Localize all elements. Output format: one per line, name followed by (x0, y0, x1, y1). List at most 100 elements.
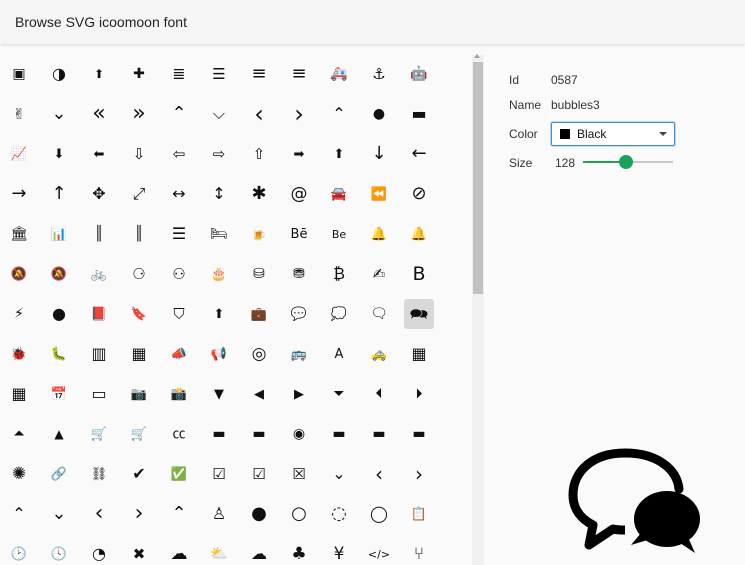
icon-cell-clock-alt[interactable]: ◔ (84, 539, 114, 565)
icon-cell-bitbucket[interactable]: ⛁ (244, 259, 274, 289)
icon-cell-briefcase[interactable]: 💼 (244, 299, 274, 329)
icon-cell-bold[interactable]: B (404, 259, 434, 289)
icon-cell-arrow-circle-down[interactable]: ⬇ (44, 139, 74, 169)
icon-cell-cc-paypal[interactable]: ▬ (324, 419, 354, 449)
icon-cell-code-fork[interactable]: ⑂ (404, 539, 434, 565)
icon-cell-cloud[interactable]: ☁ (164, 539, 194, 565)
icon-cell-cny[interactable]: ¥ (324, 539, 354, 565)
icon-cell-bullhorn-o[interactable]: 📢 (204, 339, 234, 369)
icon-cell-bitcoin[interactable]: ₿ (324, 259, 354, 289)
icon-cell-automobile[interactable]: 🚘 (324, 179, 354, 209)
icon-cell-bubbles[interactable]: 🗨 (364, 299, 394, 329)
icon-cell-ambulance[interactable]: 🚑 (324, 59, 354, 89)
icon-cell-chevron-circle-up[interactable]: ⌃ (4, 499, 34, 529)
icon-cell-check-circle-o[interactable]: ☑ (204, 459, 234, 489)
icon-cell-angle-double-left[interactable]: « (84, 99, 114, 129)
icon-cell-angle-double-right[interactable]: » (124, 99, 154, 129)
icon-cell-bars[interactable]: ☰ (164, 219, 194, 249)
icon-cell-address-book[interactable]: ▣ (4, 59, 34, 89)
icon-cell-camera[interactable]: 📷 (124, 379, 154, 409)
icon-cell-bookmark[interactable]: 🔖 (124, 299, 154, 329)
color-select[interactable]: Black (551, 122, 675, 146)
icon-cell-calculator[interactable]: ▦ (404, 339, 434, 369)
icon-cell-at[interactable]: @ (284, 179, 314, 209)
icon-cell-calendar[interactable]: 📅 (44, 379, 74, 409)
icon-cell-contrast[interactable]: ◑ (44, 59, 74, 89)
size-slider[interactable] (583, 155, 673, 169)
icon-cell-caret-right[interactable]: ▶ (284, 379, 314, 409)
icon-cell-arrow-circle-o-up[interactable]: ⇧ (244, 139, 274, 169)
icon-cell-archive[interactable]: ▬ (404, 99, 434, 129)
icon-cell-barcode[interactable]: ║ (84, 219, 114, 249)
icon-cell-check-circle[interactable]: ✅ (164, 459, 194, 489)
icon-cell-birthday-cake[interactable]: 🎂 (204, 259, 234, 289)
icon-cell-chain[interactable]: 🔗 (44, 459, 74, 489)
icon-cell-circle-thin[interactable]: ◯ (364, 499, 394, 529)
icon-cell-cart-plus[interactable]: 🛒 (124, 419, 154, 449)
icon-cell-bug-alt[interactable]: 🐛 (44, 339, 74, 369)
scroll-up-arrow[interactable] (474, 54, 480, 58)
icon-cell-clock[interactable]: 🕑 (4, 539, 34, 565)
icon-cell-club[interactable]: ♣ (284, 539, 314, 565)
icon-cell-arrow-circle-left[interactable]: ⬅ (84, 139, 114, 169)
icon-cell-cart-arrow-down[interactable]: 🛒 (84, 419, 114, 449)
icon-cell-apple[interactable]: ● (364, 99, 394, 129)
icon-cell-bomb[interactable]: ● (44, 299, 74, 329)
icon-cell-bomb-alt[interactable]: ✍ (364, 259, 394, 289)
icon-cell-arrow-circle-up[interactable]: ⬆ (324, 139, 354, 169)
icon-cell-angellist[interactable]: ✌ (4, 99, 34, 129)
icon-cell-calendar-grid[interactable]: ▦ (4, 379, 34, 409)
icon-cell-circle[interactable]: ● (244, 499, 274, 529)
icon-cell-caret-left[interactable]: ◀ (244, 379, 274, 409)
icon-cell-chevron-right[interactable]: › (124, 499, 154, 529)
icon-cell-bolt[interactable]: ⚡ (4, 299, 34, 329)
icon-cell-cc-amex[interactable]: ▬ (204, 419, 234, 449)
icon-cell-angle-double-down[interactable]: ⌄ (44, 99, 74, 129)
icon-cell-arrow-circle-right[interactable]: ➡ (284, 139, 314, 169)
icon-cell-arrow-circle-o-down[interactable]: ⇩ (124, 139, 154, 169)
icon-cell-caret-up[interactable]: ▲ (44, 419, 74, 449)
icon-cell-check-square-o[interactable]: ☒ (284, 459, 314, 489)
icon-cell-caret-square-right[interactable]: ⏵ (404, 379, 434, 409)
icon-cell-bell-o[interactable]: 🔔 (404, 219, 434, 249)
icon-cell-bug[interactable]: 🐞 (4, 339, 34, 369)
icon-cell-cab-square[interactable]: A (324, 339, 354, 369)
icon-cell-arrow-up[interactable]: ↑ (44, 179, 74, 209)
icon-cell-arrows-h[interactable]: ↔ (164, 179, 194, 209)
icon-cell-chevron-down[interactable]: ⌄ (44, 499, 74, 529)
icon-cell-arrow-left[interactable]: ← (404, 139, 434, 169)
icon-cell-binoculars-alt[interactable]: ⚇ (164, 259, 194, 289)
icon-cell-bubble-o[interactable]: 💭 (324, 299, 354, 329)
icon-cell-cc-mastercard[interactable]: ◉ (284, 419, 314, 449)
icon-cell-caret-square-down[interactable]: ⏷ (324, 379, 354, 409)
icon-cell-behance-square[interactable]: Be (324, 219, 354, 249)
icon-cell-cc-stripe[interactable]: ▬ (364, 419, 394, 449)
icon-cell-bookmark-o[interactable]: ⛉ (164, 299, 194, 329)
icon-cell-cc-visa[interactable]: ▬ (404, 419, 434, 449)
icon-cell-cc[interactable]: ㏄ (164, 419, 194, 449)
icon-cell-align-right[interactable]: ≡ (284, 59, 314, 89)
icon-cell-arrows-v[interactable]: ↕ (204, 179, 234, 209)
icon-cell-arrow-up-circle[interactable]: ⬆ (84, 59, 114, 89)
icon-cell-arrows-alt[interactable]: ⤢ (124, 179, 154, 209)
icon-cell-circle-o[interactable]: ○ (284, 499, 314, 529)
icon-cell-circle-o-notch[interactable]: ◌ (324, 499, 354, 529)
icon-cell-cab[interactable]: 🚕 (364, 339, 394, 369)
icon-cell-chevron-circle-down[interactable]: ⌄ (324, 459, 354, 489)
icon-cell-bed[interactable]: 🛏 (204, 219, 234, 249)
icon-cell-chevron-left[interactable]: ‹ (84, 499, 114, 529)
icon-cell-cloud-upload[interactable]: ☁ (244, 539, 274, 565)
icon-cell-building[interactable]: ▥ (84, 339, 114, 369)
icon-cell-bank[interactable]: 🏛 (4, 219, 34, 249)
icon-cell-align-center[interactable]: ≣ (164, 59, 194, 89)
scrollbar-thumb[interactable] (473, 62, 483, 294)
icon-cell-binoculars[interactable]: ⚆ (124, 259, 154, 289)
icon-cell-code[interactable]: </> (364, 539, 394, 565)
icon-cell-building-o[interactable]: ▦ (124, 339, 154, 369)
icon-cell-cloud-download[interactable]: ⛅ (204, 539, 234, 565)
icon-cell-clipboard[interactable]: 📋 (404, 499, 434, 529)
icon-cell-book[interactable]: 📕 (84, 299, 114, 329)
icon-cell-bitbucket-square[interactable]: ⛃ (284, 259, 314, 289)
icon-cell-bell-slash[interactable]: 🔕 (4, 259, 34, 289)
icon-cell-backward[interactable]: ⏪ (364, 179, 394, 209)
